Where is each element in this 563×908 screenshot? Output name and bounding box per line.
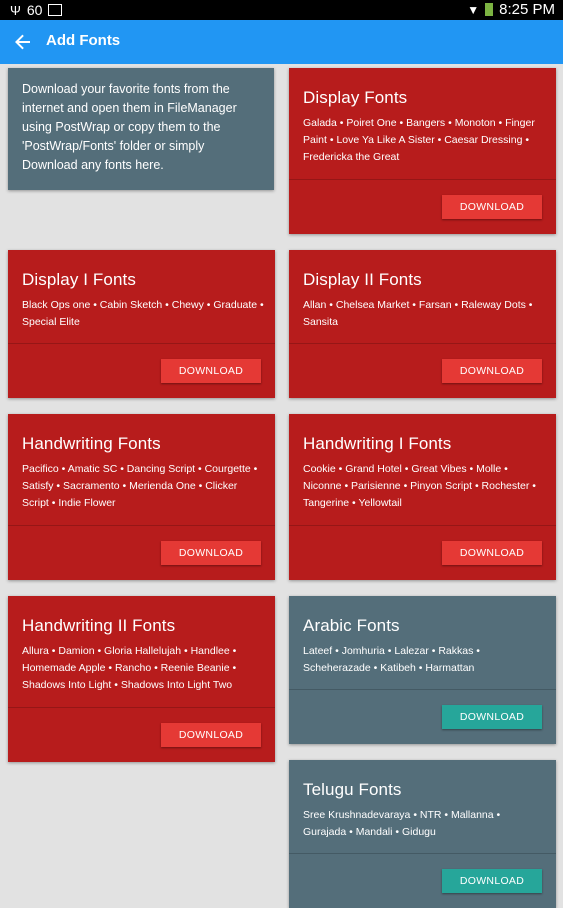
font-card-arabic: Arabic Fonts Lateef • Jomhuria • Lalezar…	[289, 596, 556, 744]
card-title: Handwriting II Fonts	[22, 616, 176, 635]
intro-text-download: Download	[22, 158, 78, 172]
card-title: Telugu Fonts	[303, 780, 402, 799]
intro-text-postwrap: PostWrap	[55, 120, 111, 134]
card-font-list: Galada • Poiret One • Bangers • Monoton …	[303, 117, 535, 163]
card-font-list: Lateef • Jomhuria • Lalezar • Rakkas • S…	[303, 645, 480, 674]
battery-icon	[485, 3, 494, 16]
card-title: Arabic Fonts	[303, 616, 400, 635]
font-card-display-i: Display I Fonts Black Ops one • Cabin Sk…	[8, 250, 275, 398]
card-title: Handwriting Fonts	[22, 434, 161, 453]
card-title: Display I Fonts	[22, 270, 136, 289]
intro-text-5: any fonts here.	[77, 158, 164, 172]
card-title: Handwriting I Fonts	[303, 434, 452, 453]
font-card-telugu: Telugu Fonts Sree Krushnadevaraya • NTR …	[289, 760, 556, 908]
download-button-handwriting-i[interactable]: DOWNLOAD	[442, 541, 542, 565]
font-card-handwriting: Handwriting Fonts Pacifico • Amatic SC •…	[8, 414, 275, 580]
battery-level-text: 60	[26, 2, 43, 18]
app-bar: Add Fonts	[0, 20, 563, 64]
wifi-icon: ▼	[467, 2, 480, 17]
download-button-display-ii[interactable]: DOWNLOAD	[442, 359, 542, 383]
download-button-display-i[interactable]: DOWNLOAD	[161, 359, 261, 383]
card-divider	[289, 179, 556, 180]
status-bar: Ψ 60 ▼ 8:25 PM	[0, 0, 563, 20]
font-card-display-ii: Display II Fonts Allan • Chelsea Market …	[289, 250, 556, 398]
intro-text-folder: PostWrap/Fonts'	[24, 139, 117, 153]
intro-text-4: folder or simply	[116, 139, 205, 153]
card-divider	[289, 853, 556, 854]
card-font-list: Black Ops one • Cabin Sketch • Chewy • G…	[22, 299, 264, 328]
download-button-handwriting-ii[interactable]: DOWNLOAD	[161, 723, 261, 747]
status-bar-left: Ψ 60	[10, 2, 63, 18]
card-font-list: Sree Krushnadevaraya • NTR • Mallanna • …	[303, 809, 501, 838]
card-font-list: Pacifico • Amatic SC • Dancing Script • …	[22, 463, 258, 509]
clock-text: 8:25 PM	[499, 1, 555, 18]
intro-text-2: using	[22, 120, 56, 134]
download-button-display[interactable]: DOWNLOAD	[442, 195, 542, 219]
download-button-handwriting[interactable]: DOWNLOAD	[161, 541, 261, 565]
font-card-handwriting-ii: Handwriting II Fonts Allura • Damion • G…	[8, 596, 275, 762]
card-divider	[289, 689, 556, 690]
card-divider	[8, 707, 275, 708]
card-divider	[289, 525, 556, 526]
card-divider	[8, 525, 275, 526]
card-title: Display Fonts	[303, 88, 408, 107]
intro-card: Download your favorite fonts from the in…	[8, 68, 274, 190]
card-font-list: Allan • Chelsea Market • Farsan • Ralewa…	[303, 299, 533, 328]
arrow-left-icon[interactable]	[14, 30, 38, 54]
card-divider	[289, 343, 556, 344]
status-bar-right: ▼ 8:25 PM	[467, 1, 555, 18]
card-font-list: Cookie • Grand Hotel • Great Vibes • Mol…	[303, 463, 536, 509]
intro-text-filemanager: FileManager	[167, 101, 237, 115]
card-divider	[8, 343, 275, 344]
card-font-list: Allura • Damion • Gloria Hallelujah • Ha…	[22, 645, 237, 691]
page-title: Add Fonts	[46, 32, 121, 49]
download-button-arabic[interactable]: DOWNLOAD	[442, 705, 542, 729]
usb-icon: Ψ	[10, 2, 21, 18]
font-card-handwriting-i: Handwriting I Fonts Cookie • Grand Hotel…	[289, 414, 556, 580]
download-button-telugu[interactable]: DOWNLOAD	[442, 869, 542, 893]
card-title: Display II Fonts	[303, 270, 422, 289]
font-card-display: Display Fonts Galada • Poiret One • Bang…	[289, 68, 556, 234]
image-icon	[48, 4, 63, 16]
